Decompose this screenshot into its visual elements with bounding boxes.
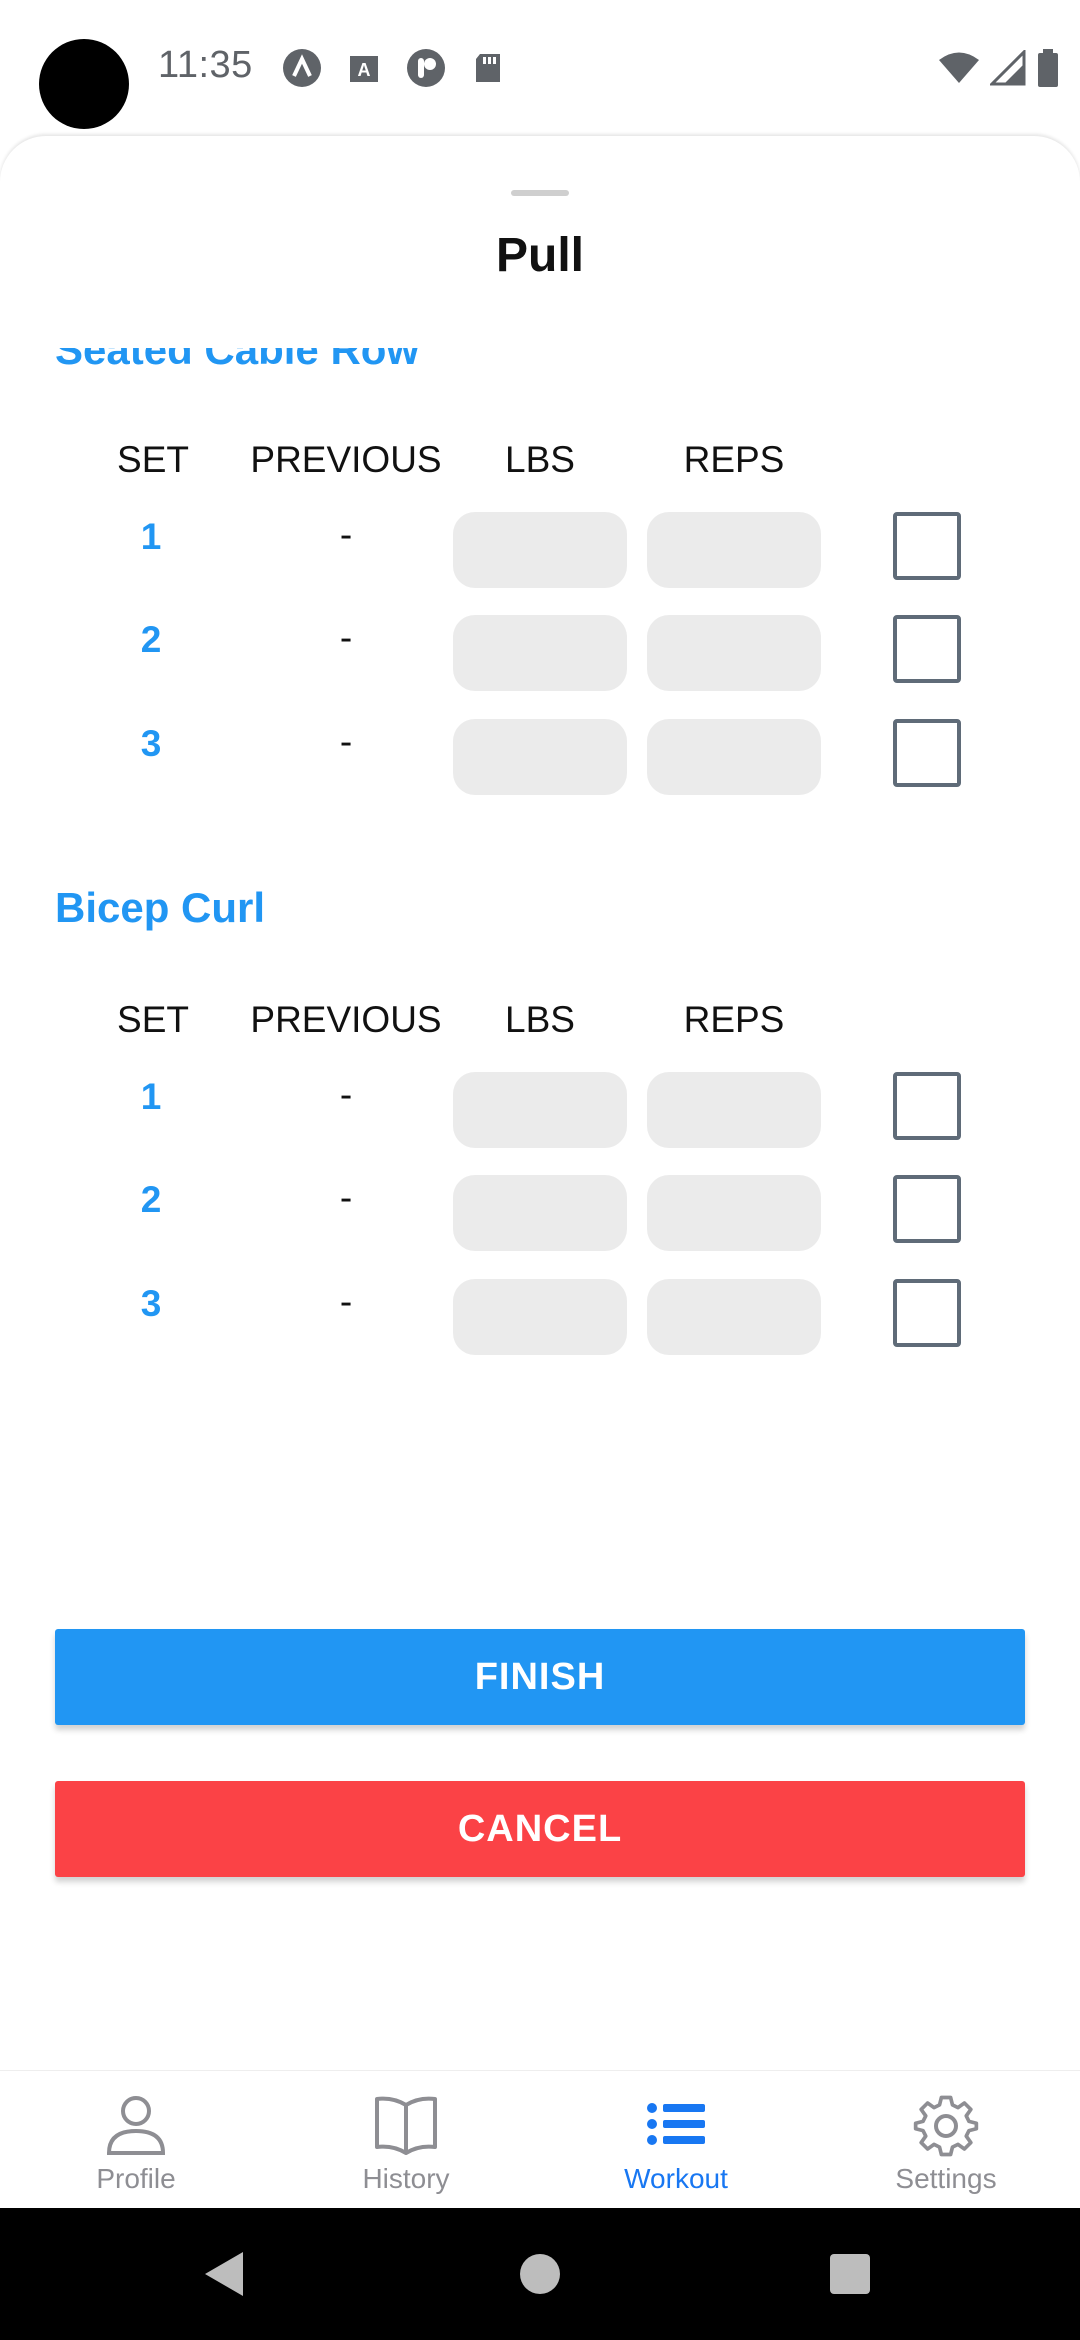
set-number: 3: [140, 723, 162, 764]
previous-value: -: [339, 721, 353, 762]
cancel-button[interactable]: CANCEL: [55, 1781, 1025, 1877]
camera-cutout: [39, 39, 129, 129]
lbs-input[interactable]: [453, 1072, 627, 1148]
gear-icon: [913, 2091, 979, 2157]
set-number: 2: [140, 1179, 162, 1220]
previous-value: -: [339, 617, 353, 658]
recents-icon[interactable]: [830, 2254, 870, 2294]
exercise-title[interactable]: Bicep Curl: [55, 884, 265, 932]
tab-label: History: [362, 2163, 450, 2194]
reps-input[interactable]: [647, 1279, 821, 1355]
column-header-previous: PREVIOUS: [250, 439, 442, 480]
tab-label: Workout: [624, 2163, 728, 2194]
column-header-reps: REPS: [683, 999, 785, 1040]
arc-icon: [282, 48, 322, 88]
set-complete-checkbox[interactable]: [893, 1279, 961, 1347]
set-number: 3: [140, 1283, 162, 1324]
previous-value: -: [339, 1074, 353, 1115]
tab-workout[interactable]: Workout: [541, 2071, 811, 2209]
reps-input[interactable]: [647, 615, 821, 691]
bottom-tab-bar: Profile History Workout Settings: [0, 2070, 1080, 2208]
drag-handle[interactable]: [511, 190, 569, 196]
lbs-input[interactable]: [453, 512, 627, 588]
set-complete-checkbox[interactable]: [893, 1072, 961, 1140]
signal-icon: [988, 48, 1026, 91]
reps-input[interactable]: [647, 719, 821, 795]
set-complete-checkbox[interactable]: [893, 512, 961, 580]
lbs-input[interactable]: [453, 615, 627, 691]
system-navigation-bar: [0, 2208, 1080, 2340]
tab-history[interactable]: History: [271, 2071, 541, 2209]
previous-value: -: [339, 514, 353, 555]
notification-icons: A: [282, 48, 508, 88]
tab-profile[interactable]: Profile: [1, 2071, 271, 2209]
workout-sheet: Pull Seated Cable Row SET PREVIOUS LBS R…: [0, 136, 1080, 2070]
set-complete-checkbox[interactable]: [893, 615, 961, 683]
previous-value: -: [339, 1281, 353, 1322]
lbs-input[interactable]: [453, 719, 627, 795]
reps-input[interactable]: [647, 1175, 821, 1251]
set-complete-checkbox[interactable]: [893, 1175, 961, 1243]
sheet-title: Pull: [495, 229, 584, 282]
column-header-set: SET: [117, 439, 189, 480]
a-square-icon: A: [344, 48, 384, 88]
status-time: 11:35: [158, 44, 253, 86]
set-number: 1: [140, 1076, 162, 1117]
set-complete-checkbox[interactable]: [893, 719, 961, 787]
column-header-previous: PREVIOUS: [250, 999, 442, 1040]
exercise-title[interactable]: Seated Cable Row: [55, 348, 419, 374]
person-icon: [103, 2091, 169, 2157]
finish-button[interactable]: FINISH: [55, 1629, 1025, 1725]
lbs-input[interactable]: [453, 1279, 627, 1355]
sd-card-icon: [468, 48, 508, 88]
reps-input[interactable]: [647, 512, 821, 588]
svg-text:A: A: [358, 60, 371, 80]
set-number: 2: [140, 619, 162, 660]
tab-label: Profile: [96, 2163, 176, 2194]
list-icon: [643, 2091, 709, 2157]
home-icon[interactable]: [520, 2254, 560, 2294]
tab-settings[interactable]: Settings: [811, 2071, 1080, 2209]
book-icon: [373, 2091, 439, 2157]
wifi-icon: [938, 51, 980, 90]
status-bar: 11:35 A: [0, 0, 1080, 136]
tab-label: Settings: [895, 2163, 997, 2194]
back-icon[interactable]: [203, 2250, 245, 2303]
p-circle-icon: [406, 48, 446, 88]
column-header-reps: REPS: [683, 439, 785, 480]
column-header-set: SET: [117, 999, 189, 1040]
lbs-input[interactable]: [453, 1175, 627, 1251]
column-header-lbs: LBS: [505, 999, 575, 1040]
column-header-lbs: LBS: [505, 439, 575, 480]
previous-value: -: [339, 1177, 353, 1218]
exercise-list[interactable]: Seated Cable Row SET PREVIOUS LBS REPS 1…: [0, 348, 1080, 1528]
battery-icon: [1036, 48, 1060, 93]
set-number: 1: [140, 516, 162, 557]
system-icons: [938, 48, 1060, 93]
reps-input[interactable]: [647, 1072, 821, 1148]
